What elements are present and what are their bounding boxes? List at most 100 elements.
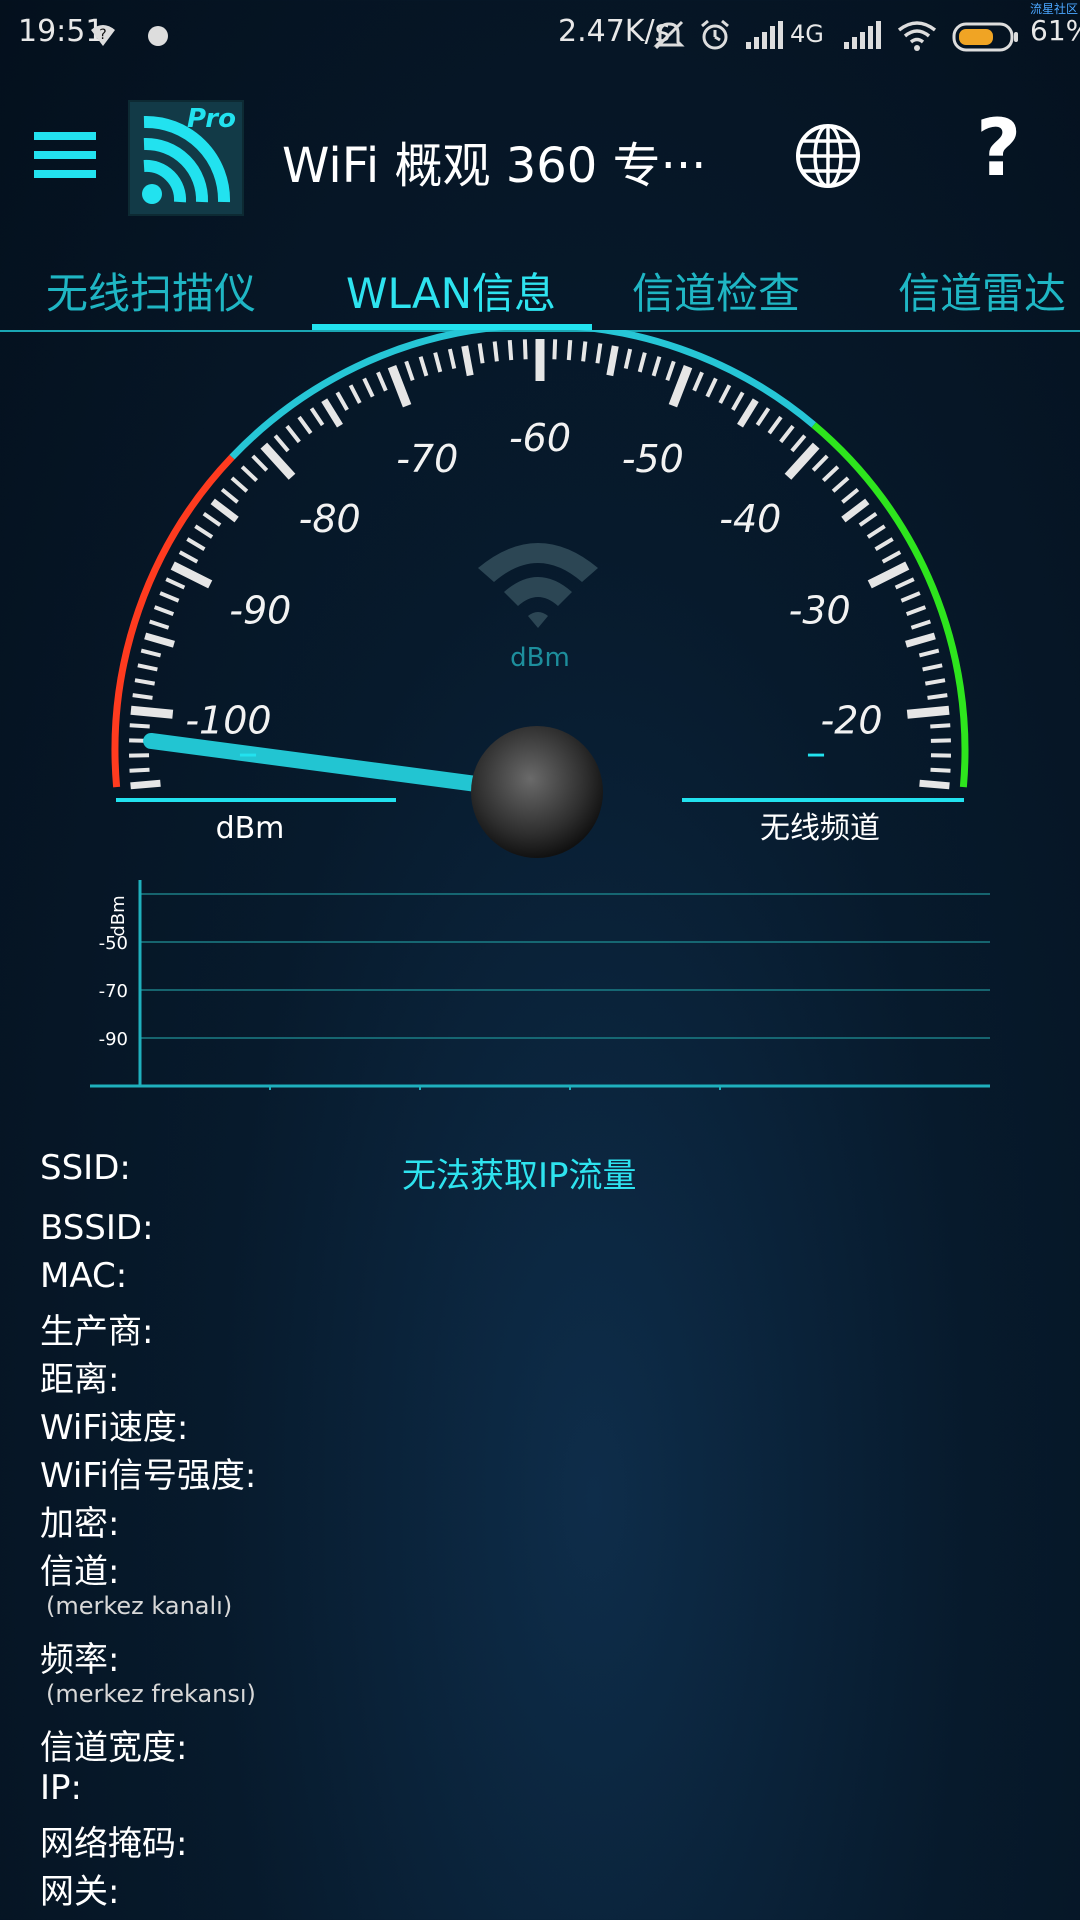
signal-icon [842,20,882,54]
gauge-tick [881,550,902,564]
svg-text:?: ? [99,27,106,43]
gauge-tick [930,723,951,729]
battery-icon [952,22,1020,56]
gauge-tick [692,371,704,392]
gauge-tick [418,356,429,377]
gauge-tick [507,339,514,361]
gauge-tick [867,561,910,589]
gauge-tick [918,648,940,658]
gauge-tick-label: -80 [299,497,361,541]
info-manufacturer: 生产商: [40,1312,154,1352]
alarm-clock-icon [698,18,732,56]
gauge-tick-label: -50 [622,437,684,481]
gauge-tick [129,723,150,729]
y-tick-label: -70 [99,981,128,1002]
gauge-tick [905,632,936,648]
gauge-tick [566,339,573,361]
globe-icon[interactable] [794,122,862,194]
gauge-tick [309,407,325,427]
gauge-tick [922,663,943,672]
gauge-tick [178,550,199,564]
gauge-tick [779,424,795,444]
gauge-tick [202,511,222,527]
tab-channel-radar[interactable]: 信道雷达 [898,260,1066,321]
info-wifi-speed: WiFi速度: [40,1408,189,1448]
signal-history-chart: dBm -50 -70 -90 [90,880,990,1090]
gauge-tick-label: -100 [185,699,271,743]
gauge-tick [866,524,886,539]
gauge-tick [755,407,771,427]
gauge-tick [705,377,718,398]
watermark: 流星社区 [1029,2,1078,16]
gauge-tick [186,537,206,551]
network-type: 4G [790,20,824,48]
tab-channel-check[interactable]: 信道检查 [632,260,800,321]
alarm-off-icon [652,18,686,56]
gauge-tick [144,632,175,648]
gauge-tick [362,377,375,398]
gauge-tick [919,779,950,790]
info-distance: 距离: [40,1360,120,1400]
help-button[interactable]: ? [976,104,1021,194]
gauge-tick [821,465,840,483]
gauge-tick [165,577,186,590]
gauge-tick [651,356,662,377]
gauge-tick [335,391,349,411]
pro-badge: Pro [187,104,236,134]
info-channel-note: (merkez kanalı) [46,1592,233,1620]
gauge-tick [129,767,150,773]
gauge-tick [433,352,443,373]
status-bar: 19:51 ? 2.47K/s 4G 61% [0,0,1080,72]
no-ip-traffic-message: 无法获取IP流量 [402,1156,637,1196]
gauge-tick [522,339,528,360]
gauge-tick [132,693,153,700]
gauge-tick-label: -70 [396,437,458,481]
gauge-tick [348,384,362,404]
gauge-tick [387,364,412,408]
gauge-tick [894,577,915,590]
gauge-tick-label: -30 [789,589,851,633]
gauge-tick [665,360,676,381]
gauge-tick [731,391,745,411]
gauge-tick [900,591,921,603]
gauge-tick [220,487,239,504]
info-channel-width: 信道宽度: [40,1728,188,1768]
gauge-tick [148,619,170,630]
gauge-tick [874,537,894,551]
gauge-tick [927,693,948,700]
gauge-tick [194,524,214,539]
app-bar: Pro WiFi 概观 360 专··· ? [0,90,1080,230]
gauge-tick [905,605,927,617]
gauge-tick [718,384,732,404]
gauge-tick [230,476,249,493]
gauge-tick [404,360,415,381]
gauge-tick [930,767,951,773]
gauge-unit: dBm [510,643,570,673]
help-circle-icon: ? [88,18,118,48]
gauge-tick [492,341,499,362]
info-frequency: 频率: [40,1640,120,1680]
gauge-tick-label: -40 [719,497,781,541]
gauge-tick [581,341,588,362]
tab-wlan-info[interactable]: WLAN信息 [346,260,556,321]
app-logo: Pro [128,100,244,216]
gauge-tick [285,424,301,444]
signal-icon [744,20,784,54]
gauge-tick [831,476,850,493]
gauge-tick [637,352,647,373]
gauge-tick [924,678,946,686]
info-encryption: 加密: [40,1504,120,1544]
tab-wireless-scanner[interactable]: 无线扫描仪 [46,260,256,321]
gauge-tick [461,345,474,377]
gauge-tick [297,415,313,435]
hamburger-icon[interactable] [34,130,96,180]
gauge-tick [595,343,603,364]
gauge-tick [240,465,259,483]
chart-ylabel: dBm [108,895,129,936]
channel-label: 无线频道 [760,811,880,846]
app-title: WiFi 概观 360 专··· [282,138,707,194]
gauge-tick [767,415,783,435]
gauge-knob [471,726,603,858]
info-netmask: 网络掩码: [40,1824,188,1864]
rssi-value: – [238,730,258,776]
